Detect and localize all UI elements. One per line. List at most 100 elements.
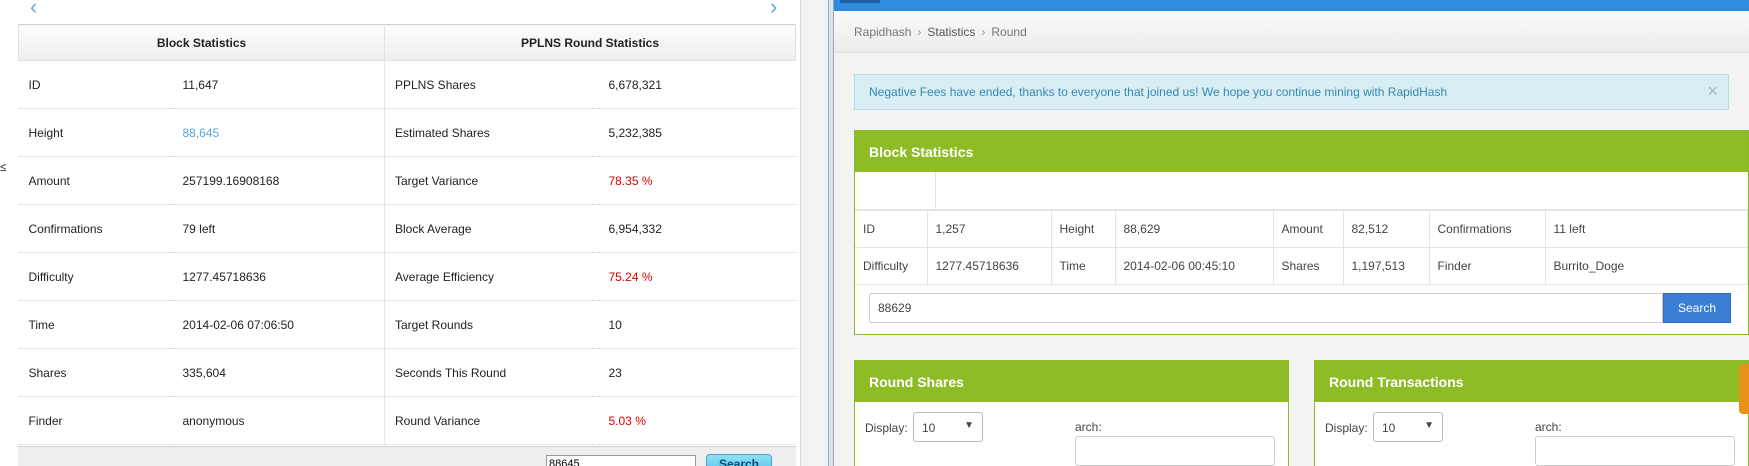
block-statistics-header: Block Statistics <box>18 24 385 61</box>
cell-value: 1277.45718636 <box>926 247 1052 285</box>
display-select[interactable]: 10 ▼ <box>1373 412 1443 442</box>
row-value: 2014-02-06 07:06:50 <box>172 300 385 349</box>
row-label: Block Average <box>384 204 599 253</box>
search-label: arch: <box>1075 420 1102 434</box>
row-value: 78.35 % <box>598 156 796 205</box>
row-value: 6,678,321 <box>598 60 796 109</box>
cell-label: Difficulty <box>855 247 928 285</box>
row-label: ID <box>18 60 173 109</box>
breadcrumb-round: Round <box>991 25 1027 39</box>
row-label: Time <box>18 300 173 349</box>
row-label: Round Variance <box>384 396 599 445</box>
cell-value: 1,257 <box>926 210 1052 248</box>
info-alert: Negative Fees have ended, thanks to ever… <box>854 74 1729 110</box>
row-value: 11,647 <box>172 60 385 109</box>
cell-label: Height <box>1050 210 1116 248</box>
row-value: 10 <box>598 300 796 349</box>
table-row: Confirmations 79 left Block Average 6,954,3… <box>18 204 796 253</box>
row-label: Seconds This Round <box>384 348 599 397</box>
cell-label: Shares <box>1272 247 1344 285</box>
navbar-button[interactable] <box>840 0 880 3</box>
display-select[interactable]: 10 ▼ <box>913 412 983 442</box>
cell-label: Time <box>1050 247 1116 285</box>
cell-label: Amount <box>1272 210 1344 248</box>
left-window: ‹ › ≤ Block Statistics PPLNS Round Stati… <box>0 0 828 466</box>
row-label: Average Efficiency <box>384 252 599 301</box>
table-row: Shares 335,604 Seconds This Round 23 <box>18 348 796 397</box>
left-search-button[interactable]: Search <box>706 454 772 466</box>
round-transactions-title: Round Transactions <box>1315 361 1748 402</box>
breadcrumb: Rapidhash › Statistics › Round <box>834 11 1749 53</box>
row-label: Estimated Shares <box>384 108 599 157</box>
left-scrollbar[interactable] <box>800 0 828 466</box>
block-search-input[interactable] <box>869 293 1663 323</box>
cell-label: Confirmations <box>1428 210 1546 248</box>
block-search-button[interactable]: Search <box>1663 293 1731 323</box>
breadcrumb-statistics[interactable]: Statistics <box>927 25 975 39</box>
table-row: Time 2014-02-06 07:06:50 Target Rounds 10 <box>18 300 796 349</box>
breadcrumb-rapidhash[interactable]: Rapidhash <box>854 25 911 39</box>
chevron-right-icon: › <box>917 25 922 39</box>
row-label: Amount <box>18 156 173 205</box>
edge-glyph: ≤ <box>0 160 6 174</box>
table-row: Amount 257199.16908168 Target Variance 78.3… <box>18 156 796 205</box>
caret-down-icon: ▼ <box>1424 420 1434 431</box>
cell-value: 11 left <box>1544 210 1748 248</box>
row-value: 6,954,332 <box>598 204 796 253</box>
close-icon[interactable]: × <box>1707 81 1718 102</box>
pplns-round-statistics-header: PPLNS Round Statistics <box>384 24 796 61</box>
row-value: 79 left <box>172 204 385 253</box>
display-value: 10 <box>1382 421 1396 435</box>
row-label: Target Rounds <box>384 300 599 349</box>
cell-label: ID <box>855 210 928 248</box>
table-row: ID 11,647 PPLNS Shares 6,678,321 <box>18 60 796 109</box>
round-shares-title: Round Shares <box>855 361 1288 402</box>
cell-value: Burrito_Doge <box>1544 247 1748 285</box>
row-value: 1277.45718636 <box>172 252 385 301</box>
row-value: 257199.16908168 <box>172 156 385 205</box>
cell-value: 2014-02-06 00:45:10 <box>1114 247 1274 285</box>
right-window: Rapidhash › Statistics › Round Negative Fees… <box>834 0 1749 466</box>
cell-value: 82,512 <box>1342 210 1430 248</box>
row-value[interactable]: 88,645 <box>172 108 385 157</box>
table-row: ID 1,257 Height 88,629 Amount 82,512 Confirmat… <box>855 210 1748 248</box>
search-label: arch: <box>1535 420 1562 434</box>
display-value: 10 <box>922 421 936 435</box>
transactions-search-input[interactable] <box>1535 436 1735 466</box>
empty-header-row <box>855 172 1748 210</box>
row-value: anonymous <box>172 396 385 445</box>
row-label: PPLNS Shares <box>384 60 599 109</box>
row-value: 5,232,385 <box>598 108 796 157</box>
row-label: Target Variance <box>384 156 599 205</box>
cell-value[interactable]: 88,629 <box>1114 210 1274 248</box>
block-search-row: Search <box>869 293 1744 323</box>
block-statistics-panel: Block Statistics ID 1,257 Height 88,629 Amou… <box>854 130 1749 335</box>
round-stats-table: Block Statistics PPLNS Round Statistics … <box>18 24 796 445</box>
top-navbar <box>834 0 1749 11</box>
display-label: Display: <box>865 421 908 435</box>
round-shares-panel: Round Shares Display: 10 ▼ arch: <box>854 360 1289 466</box>
table-row: Height 88,645 Estimated Shares 5,232,385 <box>18 108 796 157</box>
prev-arrow-icon[interactable]: ‹ <box>30 0 37 20</box>
row-value: 75.24 % <box>598 252 796 301</box>
next-arrow-icon[interactable]: › <box>770 0 777 20</box>
chevron-right-icon: › <box>981 25 986 39</box>
round-transactions-panel: Round Transactions Display: 10 ▼ arch: <box>1314 360 1749 466</box>
row-label: Confirmations <box>18 204 173 253</box>
row-value: 335,604 <box>172 348 385 397</box>
row-label: Finder <box>18 396 173 445</box>
table-row: Difficulty 1277.45718636 Average Efficienc… <box>18 252 796 301</box>
display-label: Display: <box>1325 421 1368 435</box>
cell-label: Finder <box>1428 247 1546 285</box>
table-row: Finder anonymous Round Variance 5.03 % <box>18 396 796 445</box>
left-search-input[interactable] <box>546 455 696 466</box>
block-grid: ID 1,257 Height 88,629 Amount 82,512 Confirmat… <box>855 210 1748 285</box>
shares-search-input[interactable] <box>1075 436 1275 466</box>
feedback-tab[interactable] <box>1739 364 1749 414</box>
row-value: 5.03 % <box>598 396 796 445</box>
block-statistics-title: Block Statistics <box>855 131 1748 172</box>
row-label: Shares <box>18 348 173 397</box>
caret-down-icon: ▼ <box>964 420 974 431</box>
alert-text: Negative Fees have ended, thanks to ever… <box>869 85 1448 99</box>
cell-value: 1,197,513 <box>1342 247 1430 285</box>
